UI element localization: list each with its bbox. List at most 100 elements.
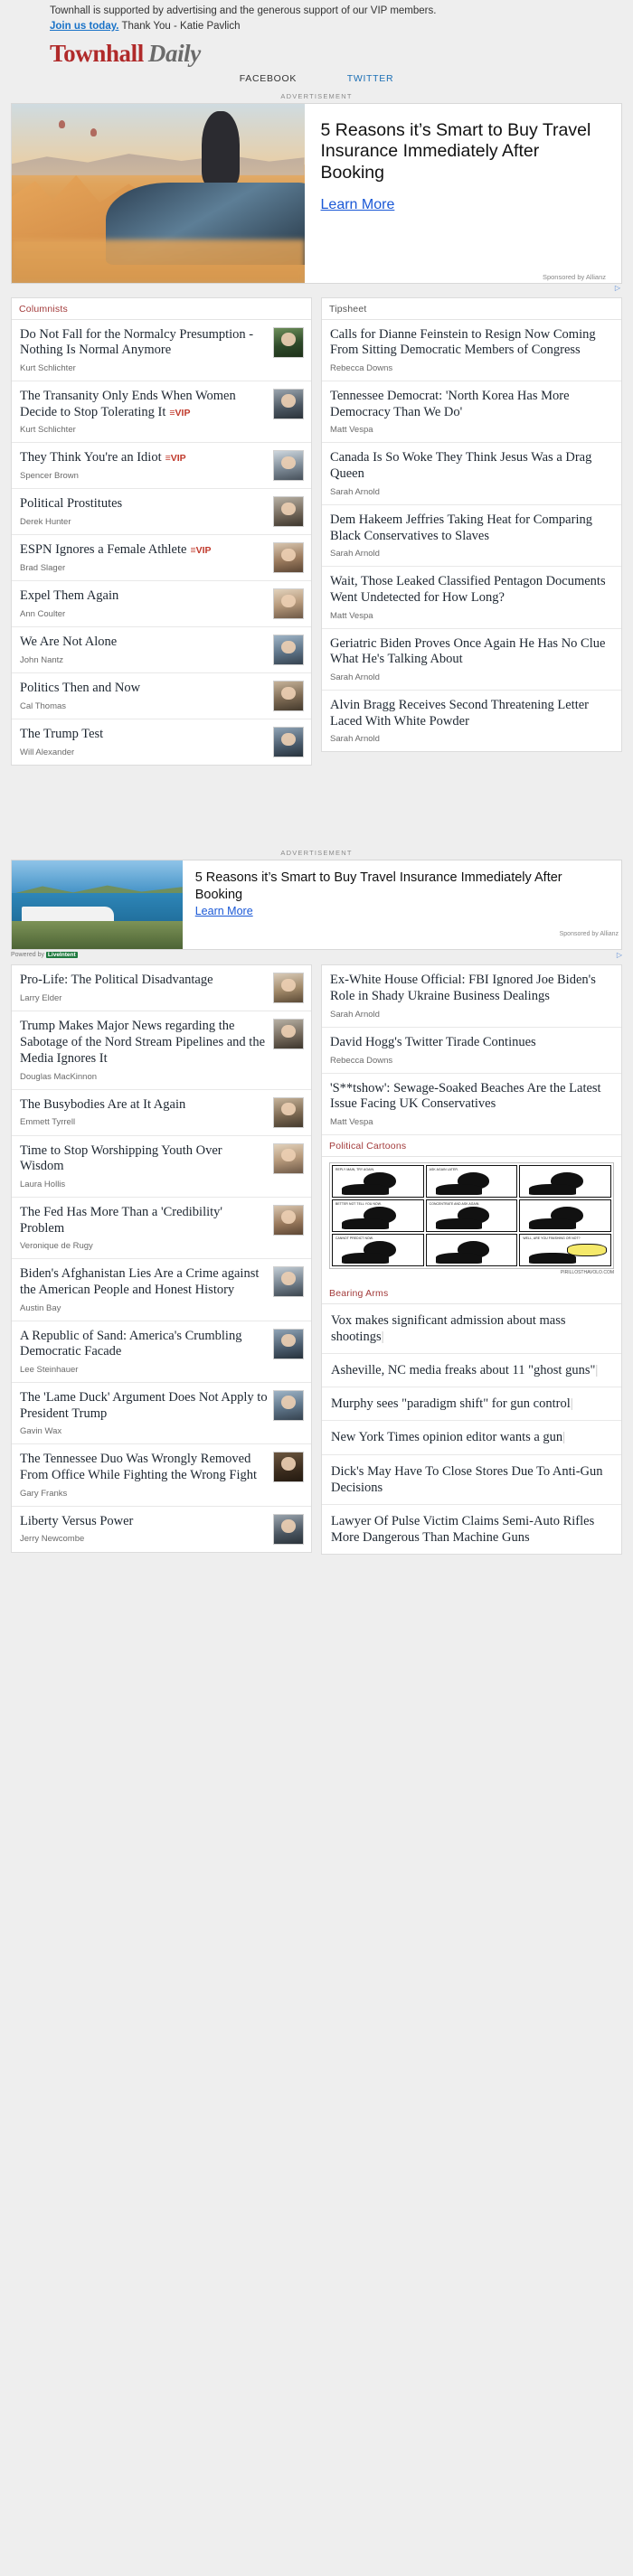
article-title[interactable]: ESPN Ignores a Female Athlete ≡VIP xyxy=(20,542,268,559)
list-item[interactable]: Political Prostitutes Derek Hunter xyxy=(12,489,311,536)
cartoon-panel: REPLY MAIN, TRY AGAIN. xyxy=(332,1164,424,1198)
article-title[interactable]: The Busybodies Are at It Again xyxy=(20,1097,268,1114)
list-item[interactable]: Lawyer Of Pulse Victim Claims Semi-Auto … xyxy=(322,1505,621,1554)
article-title[interactable]: Politics Then and Now xyxy=(20,681,268,697)
article-title[interactable]: Dem Hakeem Jeffries Taking Heat for Comp… xyxy=(330,512,614,544)
list-item[interactable]: Expel Them Again Ann Coulter xyxy=(12,581,311,628)
list-item[interactable]: New York Times opinion editor wants a gu… xyxy=(322,1421,621,1455)
ad-headline-mid: 5 Reasons it’s Smart to Buy Travel Insur… xyxy=(194,870,562,902)
list-item[interactable]: 'S**tshow': Sewage-Soaked Beaches Are th… xyxy=(322,1074,621,1135)
list-item[interactable]: ESPN Ignores a Female Athlete ≡VIP Brad S… xyxy=(12,535,311,582)
article-author: Veronique de Rugy xyxy=(20,1241,93,1252)
article-title[interactable]: Pro-Life: The Political Disadvantage xyxy=(20,973,268,989)
adchoices-icon-mid[interactable]: ▷ xyxy=(617,951,622,959)
article-title[interactable]: The Tennessee Duo Was Wrongly Removed Fr… xyxy=(20,1452,268,1483)
article-title[interactable]: Calls for Dianne Feinstein to Resign Now… xyxy=(330,327,614,359)
vip-badge: ≡VIP xyxy=(165,453,186,465)
article-author: Sarah Arnold xyxy=(330,734,380,745)
article-title[interactable]: Biden's Afghanistan Lies Are a Crime aga… xyxy=(20,1266,268,1298)
article-title[interactable]: Do Not Fall for the Normalcy Presumption… xyxy=(20,327,268,359)
list-item[interactable]: The Tennessee Duo Was Wrongly Removed Fr… xyxy=(12,1444,311,1507)
article-title[interactable]: Asheville, NC media freaks about 11 "gho… xyxy=(331,1363,595,1377)
section-header-columnists[interactable]: Columnists xyxy=(12,298,311,320)
list-item[interactable]: The Transanity Only Ends When Women Deci… xyxy=(12,381,311,444)
list-item[interactable]: Canada Is So Woke They Think Jesus Was a… xyxy=(322,443,621,505)
article-title[interactable]: New York Times opinion editor wants a gu… xyxy=(331,1430,562,1444)
list-item[interactable]: Time to Stop Worshipping Youth Over Wisd… xyxy=(12,1136,311,1198)
list-item[interactable]: The Trump Test Will Alexander xyxy=(12,719,311,765)
cartoon-panel: ASK AGAIN LATER. xyxy=(425,1164,518,1198)
section-header-bearing-arms[interactable]: Bearing Arms xyxy=(322,1283,621,1304)
list-item[interactable]: Liberty Versus Power Jerry Newcombe xyxy=(12,1507,311,1552)
list-item[interactable]: The Fed Has More Than a 'Credibility' Pr… xyxy=(12,1198,311,1260)
article-title[interactable]: Time to Stop Worshipping Youth Over Wisd… xyxy=(20,1143,268,1175)
article-title[interactable]: Vox makes significant admission about ma… xyxy=(331,1313,566,1344)
article-title[interactable]: Geriatric Biden Proves Once Again He Has… xyxy=(330,636,614,668)
list-item[interactable]: They Think You're an Idiot ≡VIP Spencer B… xyxy=(12,443,311,490)
list-item[interactable]: Wait, Those Leaked Classified Pentagon D… xyxy=(322,567,621,629)
nav-facebook[interactable]: FACEBOOK xyxy=(240,73,297,84)
article-title[interactable]: A Republic of Sand: America's Crumbling … xyxy=(20,1329,268,1360)
list-item[interactable]: Do Not Fall for the Normalcy Presumption… xyxy=(12,320,311,382)
article-title[interactable]: Political Prostitutes xyxy=(20,496,268,512)
ad-unit-top[interactable]: 5 Reasons it’s Smart to Buy Travel Insur… xyxy=(11,102,622,284)
list-item[interactable]: A Republic of Sand: America's Crumbling … xyxy=(12,1321,311,1383)
article-title[interactable]: Tennessee Democrat: 'North Korea Has Mor… xyxy=(330,389,614,420)
list-item[interactable]: We Are Not Alone John Nantz xyxy=(12,627,311,674)
article-title[interactable]: The Transanity Only Ends When Women Deci… xyxy=(20,389,268,420)
list-item[interactable]: Trump Makes Major News regarding the Sab… xyxy=(12,1011,311,1090)
article-title[interactable]: The 'Lame Duck' Argument Does Not Apply … xyxy=(20,1390,268,1422)
political-cartoon-container[interactable]: REPLY MAIN, TRY AGAIN. ASK AGAIN LATER. … xyxy=(322,1157,621,1283)
author-avatar xyxy=(273,1019,304,1050)
list-item[interactable]: Dick's May Have To Close Stores Due To A… xyxy=(322,1455,621,1505)
cartoon-panel: WELL, ARE YOU FINISHING OR NOT? xyxy=(519,1233,611,1266)
article-title[interactable]: The Trump Test xyxy=(20,727,268,743)
article-title[interactable]: They Think You're an Idiot ≡VIP xyxy=(20,450,268,466)
article-title[interactable]: David Hogg's Twitter Tirade Continues xyxy=(330,1035,614,1051)
article-title[interactable]: Ex-White House Official: FBI Ignored Joe… xyxy=(330,973,614,1004)
ad-cta-top[interactable]: Learn More xyxy=(321,197,607,213)
article-title[interactable]: The Fed Has More Than a 'Credibility' Pr… xyxy=(20,1205,268,1236)
list-item[interactable]: Murphy sees "paradigm shift" for gun con… xyxy=(322,1387,621,1422)
adchoices-icon-top[interactable]: ▷ xyxy=(615,284,620,292)
list-item[interactable]: David Hogg's Twitter Tirade Continues Re… xyxy=(322,1028,621,1074)
list-item[interactable]: The 'Lame Duck' Argument Does Not Apply … xyxy=(12,1383,311,1445)
article-title[interactable]: Lawyer Of Pulse Victim Claims Semi-Auto … xyxy=(331,1514,594,1545)
list-item[interactable]: Ex-White House Official: FBI Ignored Joe… xyxy=(322,965,621,1028)
article-title[interactable]: We Are Not Alone xyxy=(20,635,268,651)
list-item[interactable]: Vox makes significant admission about ma… xyxy=(322,1304,621,1355)
list-item[interactable]: The Busybodies Are at It Again Emmett Ty… xyxy=(12,1090,311,1136)
ad-label-top: ADVERTISEMENT xyxy=(280,91,353,100)
article-title[interactable]: Expel Them Again xyxy=(20,588,268,605)
list-item[interactable]: Dem Hakeem Jeffries Taking Heat for Comp… xyxy=(322,505,621,568)
article-author: Sarah Arnold xyxy=(330,486,380,497)
join-us-today-link[interactable]: Join us today. xyxy=(50,21,118,32)
article-author: Sarah Arnold xyxy=(330,1009,380,1020)
nav-twitter[interactable]: TWITTER xyxy=(347,73,394,84)
article-title[interactable]: Trump Makes Major News regarding the Sab… xyxy=(20,1019,268,1067)
article-title[interactable]: Wait, Those Leaked Classified Pentagon D… xyxy=(330,574,614,606)
site-logo[interactable]: Townhall Daily xyxy=(50,41,633,66)
list-item[interactable]: Alvin Bragg Receives Second Threatening … xyxy=(322,691,621,751)
list-item[interactable]: Asheville, NC media freaks about 11 "gho… xyxy=(322,1354,621,1388)
list-item[interactable]: Calls for Dianne Feinstein to Resign Now… xyxy=(322,320,621,382)
article-title[interactable]: Dick's May Have To Close Stores Due To A… xyxy=(331,1464,603,1495)
section-header-cartoons[interactable]: Political Cartoons xyxy=(322,1135,621,1157)
list-item[interactable]: Politics Then and Now Cal Thomas xyxy=(12,673,311,720)
article-author: Cal Thomas xyxy=(20,701,67,712)
article-author: Laura Hollis xyxy=(20,1179,66,1189)
article-title[interactable]: Liberty Versus Power xyxy=(20,1514,268,1530)
list-item[interactable]: Tennessee Democrat: 'North Korea Has Mor… xyxy=(322,381,621,444)
ad-cta-mid[interactable]: Learn More xyxy=(195,905,253,917)
author-avatar xyxy=(273,635,304,666)
ad-unit-mid[interactable]: 5 Reasons it’s Smart to Buy Travel Insur… xyxy=(11,860,622,951)
list-item[interactable]: Geriatric Biden Proves Once Again He Has… xyxy=(322,629,621,691)
list-item[interactable]: Pro-Life: The Political Disadvantage Lar… xyxy=(12,965,311,1012)
list-item[interactable]: Biden's Afghanistan Lies Are a Crime aga… xyxy=(12,1259,311,1321)
article-title[interactable]: Murphy sees "paradigm shift" for gun con… xyxy=(331,1396,571,1411)
section-header-tipsheet[interactable]: Tipsheet xyxy=(322,298,621,320)
article-title[interactable]: 'S**tshow': Sewage-Soaked Beaches Are th… xyxy=(330,1081,614,1113)
article-title[interactable]: Alvin Bragg Receives Second Threatening … xyxy=(330,698,614,729)
article-author: Emmett Tyrrell xyxy=(20,1117,76,1128)
article-title[interactable]: Canada Is So Woke They Think Jesus Was a… xyxy=(330,450,614,482)
